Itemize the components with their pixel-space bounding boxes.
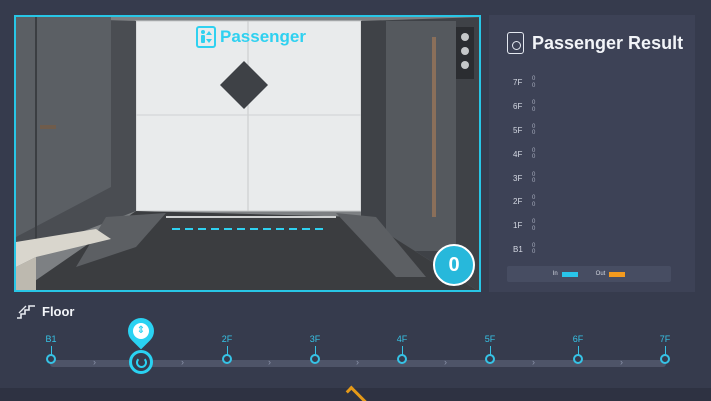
camera-title-text: Passenger bbox=[220, 27, 306, 46]
chevron-right-icon: › bbox=[532, 357, 535, 367]
floor-label: 5F bbox=[513, 125, 523, 135]
legend-in-label: In bbox=[552, 271, 558, 277]
floor-result-row: 1F 00 bbox=[513, 214, 683, 238]
out-count: 0 bbox=[532, 154, 536, 161]
legend-out-label: Out bbox=[595, 271, 606, 277]
chevron-right-icon: › bbox=[181, 357, 184, 367]
legend-out-swatch bbox=[609, 271, 626, 277]
out-count: 0 bbox=[532, 201, 536, 208]
floor-stop-label: 2F bbox=[221, 334, 233, 344]
floor-result-row: 5F 00 bbox=[513, 119, 683, 143]
result-title-text: Passenger Result bbox=[532, 32, 684, 53]
floor-stop-dot bbox=[310, 354, 320, 364]
result-legend: In Out bbox=[507, 266, 671, 282]
floor-stop[interactable]: 7F bbox=[650, 334, 680, 364]
floor-stop-dot bbox=[573, 354, 583, 364]
floor-stop[interactable]: 3F bbox=[300, 334, 330, 364]
chevron-right-icon: › bbox=[444, 357, 447, 367]
floor-stop[interactable]: 5F bbox=[475, 334, 505, 364]
chevron-right-icon: › bbox=[620, 357, 623, 367]
result-title: Passenger Result bbox=[507, 32, 683, 54]
camera-title: Passenger bbox=[196, 26, 306, 48]
out-count: 0 bbox=[532, 82, 536, 89]
app-screen: Passenger 0 Passenger Result 7F 00 6F 00… bbox=[0, 0, 711, 401]
report-icon bbox=[507, 32, 524, 54]
chevron-right-icon: › bbox=[93, 357, 96, 367]
floor-section: Floor › › › › › › › B1 2F 3F 4F 5F 6F 7F… bbox=[0, 296, 711, 388]
passenger-count-badge: 0 bbox=[433, 244, 475, 286]
legend-in: In bbox=[553, 271, 578, 277]
floor-result-row: 6F 00 bbox=[513, 95, 683, 119]
floor-label: 3F bbox=[513, 173, 523, 183]
floor-label: 1F bbox=[513, 221, 523, 231]
passenger-result-panel: Passenger Result 7F 00 6F 00 5F 00 4F 00… bbox=[489, 15, 695, 292]
floor-result-row: B1 00 bbox=[513, 238, 683, 262]
chevron-right-icon: › bbox=[356, 357, 359, 367]
floor-label: 4F bbox=[513, 149, 523, 159]
floor-stop-dot bbox=[397, 354, 407, 364]
floor-result-row: 4F 00 bbox=[513, 142, 683, 166]
floor-label: 7F bbox=[513, 78, 523, 88]
floor-stop[interactable]: 6F bbox=[563, 334, 593, 364]
stairs-icon bbox=[17, 304, 35, 319]
floor-result-row: 2F 00 bbox=[513, 190, 683, 214]
elevator-interior-image bbox=[16, 17, 479, 290]
floor-heading-text: Floor bbox=[42, 304, 75, 319]
floor-stop-dot bbox=[660, 354, 670, 364]
out-count: 0 bbox=[532, 249, 536, 256]
floor-heading: Floor bbox=[16, 304, 75, 319]
out-count: 0 bbox=[532, 106, 536, 113]
floor-label: 6F bbox=[513, 102, 523, 112]
location-pin-icon: ⇕ bbox=[122, 312, 160, 350]
legend-in-swatch bbox=[561, 271, 578, 277]
floor-label: B1 bbox=[513, 244, 523, 254]
floor-result-row: 7F 00 bbox=[513, 71, 683, 95]
floor-stop-label: 5F bbox=[484, 334, 496, 344]
passenger-icon bbox=[196, 26, 216, 48]
legend-out: Out bbox=[596, 271, 626, 277]
current-position-ring bbox=[129, 350, 153, 374]
current-position-marker: ⇕ bbox=[122, 312, 160, 374]
floor-stop[interactable]: 4F bbox=[387, 334, 417, 364]
out-count: 0 bbox=[532, 178, 536, 185]
out-count: 0 bbox=[532, 225, 536, 232]
elevator-updown-icon: ⇕ bbox=[133, 323, 149, 339]
floor-stop-label: 6F bbox=[572, 334, 584, 344]
floor-stop[interactable]: B1 bbox=[36, 334, 66, 364]
floor-stop-label: 7F bbox=[659, 334, 671, 344]
camera-feed: Passenger 0 bbox=[14, 15, 481, 292]
chevron-right-icon: › bbox=[268, 357, 271, 367]
out-count: 0 bbox=[532, 130, 536, 137]
floor-stop-label: 3F bbox=[309, 334, 321, 344]
floor-stop-dot bbox=[46, 354, 56, 364]
floor-result-row: 3F 00 bbox=[513, 166, 683, 190]
floor-label: 2F bbox=[513, 197, 523, 207]
floor-stop[interactable]: 2F bbox=[212, 334, 242, 364]
floor-result-list: 7F 00 6F 00 5F 00 4F 00 3F 00 2F 00 1F 0… bbox=[513, 71, 683, 261]
floor-stop-dot bbox=[485, 354, 495, 364]
floor-stop-label: B1 bbox=[45, 334, 57, 344]
floor-stop-label: 4F bbox=[396, 334, 408, 344]
floor-stop-dot bbox=[222, 354, 232, 364]
